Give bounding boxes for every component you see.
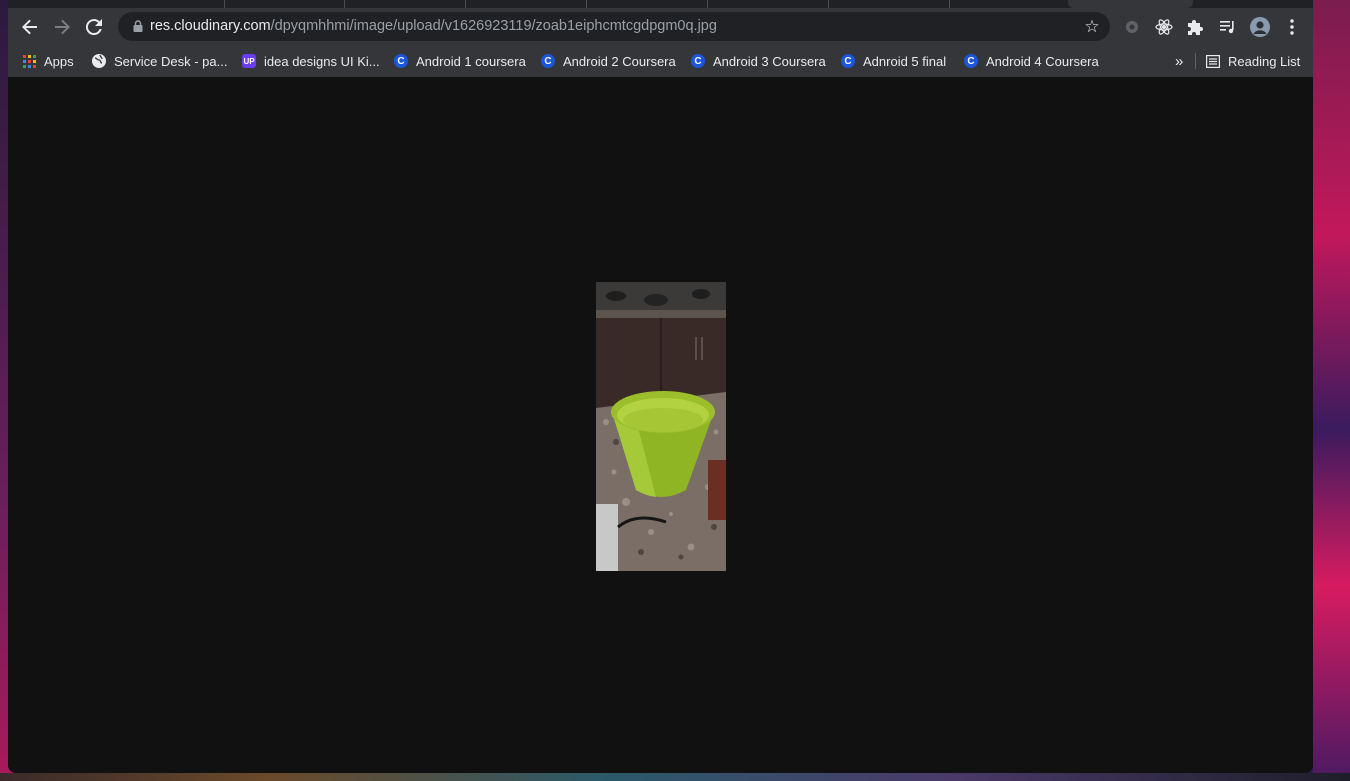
- reading-list-icon: [1206, 54, 1220, 68]
- bookmark-apps[interactable]: Apps: [23, 51, 74, 71]
- kebab-menu-icon[interactable]: [1281, 16, 1303, 38]
- desktop-wallpaper-right: [1313, 0, 1350, 781]
- bookmark-android-2[interactable]: C Android 2 Coursera: [541, 51, 676, 71]
- address-bar[interactable]: res.cloudinary.com/dpyqmhhmi/image/uploa…: [118, 12, 1110, 41]
- bookmark-label: Android 3 Coursera: [713, 53, 826, 69]
- extension-icon[interactable]: [1121, 16, 1143, 38]
- apps-grid-icon: [23, 54, 36, 68]
- upwork-icon: UP: [242, 54, 256, 68]
- url-text[interactable]: res.cloudinary.com/dpyqmhhmi/image/uploa…: [150, 18, 717, 34]
- bookmark-label: Android 4 Coursera: [986, 53, 1099, 69]
- coursera-icon: C: [541, 54, 555, 68]
- tab-strip: [8, 0, 1313, 8]
- puzzle-icon[interactable]: [1185, 16, 1207, 38]
- bookmark-android-4[interactable]: C Android 4 Coursera: [964, 51, 1099, 71]
- react-devtools-icon[interactable]: [1153, 16, 1175, 38]
- url-path: /dpyqmhhmi/image/upload/v1626923119/zoab…: [270, 18, 717, 34]
- browser-toolbar: res.cloudinary.com/dpyqmhhmi/image/uploa…: [8, 8, 1313, 45]
- bookmark-label: Android 2 Coursera: [563, 53, 676, 69]
- forward-icon[interactable]: [51, 16, 73, 38]
- reading-list-label: Reading List: [1228, 53, 1301, 69]
- bookmark-label: Apps: [44, 53, 74, 69]
- reload-icon[interactable]: [83, 16, 105, 38]
- bookmark-label: idea designs UI Ki...: [264, 53, 380, 69]
- reading-list-button[interactable]: Reading List: [1206, 51, 1300, 71]
- avatar[interactable]: [1249, 16, 1271, 38]
- bookmarks-divider: [1195, 53, 1196, 69]
- green-cup-photo: [596, 282, 726, 571]
- bookmarks-overflow-button[interactable]: »: [1175, 51, 1183, 71]
- bookmarks-bar: Apps Service Desk - pa... UP idea design…: [8, 45, 1313, 78]
- browser-window: res.cloudinary.com/dpyqmhhmi/image/uploa…: [8, 0, 1313, 773]
- media-control-icon[interactable]: [1217, 16, 1239, 38]
- coursera-icon: C: [394, 54, 408, 68]
- bookmark-label: Service Desk - pa...: [114, 53, 228, 69]
- bookmark-label: Adnroid 5 final: [863, 53, 947, 69]
- coursera-icon: C: [841, 54, 855, 68]
- image-viewer: [8, 77, 1313, 773]
- coursera-icon: C: [964, 54, 978, 68]
- bookmark-android-5[interactable]: C Adnroid 5 final: [841, 51, 946, 71]
- lock-icon[interactable]: [132, 20, 144, 32]
- bookmark-idea-designs[interactable]: UP idea designs UI Ki...: [242, 51, 380, 71]
- coursera-icon: C: [691, 54, 705, 68]
- bookmark-label: Android 1 coursera: [416, 53, 526, 69]
- active-tab[interactable]: [1068, 0, 1193, 8]
- star-icon[interactable]: ☆: [1082, 17, 1102, 37]
- desktop-dock-strip: [0, 773, 1350, 781]
- globe-icon: [92, 54, 106, 68]
- back-icon[interactable]: [19, 16, 41, 38]
- bookmark-service-desk[interactable]: Service Desk - pa...: [92, 51, 227, 71]
- viewed-photo[interactable]: [596, 282, 726, 571]
- url-host: res.cloudinary.com: [150, 18, 271, 34]
- bookmark-android-3[interactable]: C Android 3 Coursera: [691, 51, 826, 71]
- bookmark-android-1[interactable]: C Android 1 coursera: [394, 51, 526, 71]
